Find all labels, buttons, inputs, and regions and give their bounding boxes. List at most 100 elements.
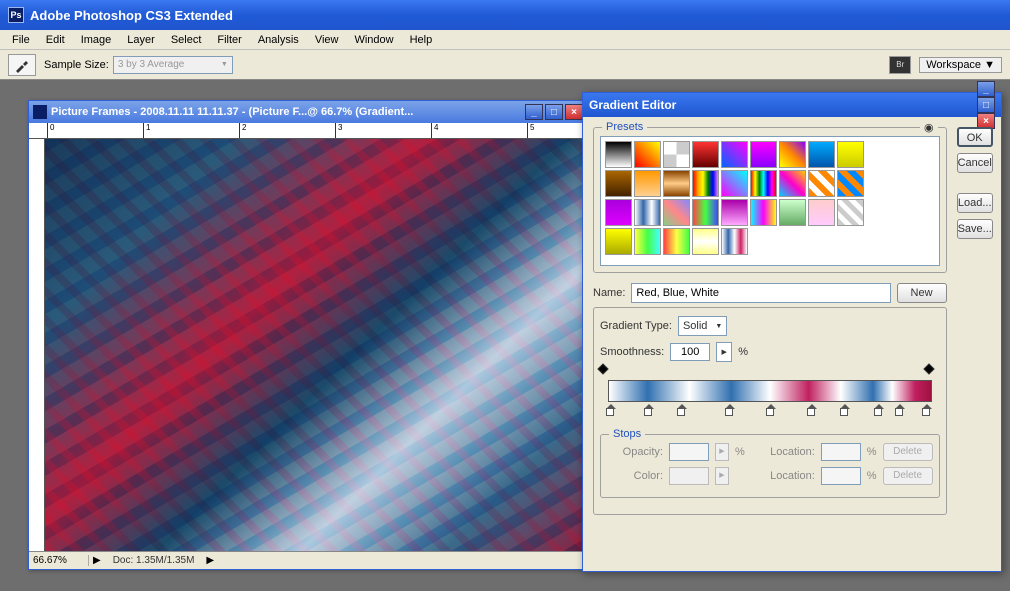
menu-view[interactable]: View <box>307 32 347 48</box>
preset-swatch[interactable] <box>837 199 864 226</box>
preset-swatch[interactable] <box>692 199 719 226</box>
app-icon: Ps <box>8 7 24 23</box>
color-stop[interactable] <box>895 408 905 420</box>
percent-label: % <box>867 446 877 458</box>
percent-label: % <box>738 346 748 358</box>
dialog-title-bar[interactable]: Gradient Editor _ □ × <box>583 93 1001 117</box>
doc-icon <box>33 105 47 119</box>
dialog-minimize-button[interactable]: _ <box>977 81 995 97</box>
color-stop[interactable] <box>840 408 850 420</box>
preset-swatch[interactable] <box>605 199 632 226</box>
close-button[interactable]: × <box>565 104 583 120</box>
color-stop[interactable] <box>807 408 817 420</box>
preset-swatch[interactable] <box>808 170 835 197</box>
location-label: Location: <box>759 446 815 458</box>
bridge-icon[interactable]: Br <box>889 56 911 74</box>
gradient-preview-bar[interactable] <box>608 380 932 402</box>
presets-menu-icon[interactable]: ◉ <box>920 121 938 134</box>
preset-swatch[interactable] <box>663 170 690 197</box>
preset-swatch[interactable] <box>663 141 690 168</box>
preset-swatch[interactable] <box>808 141 835 168</box>
cancel-button[interactable]: Cancel <box>957 153 993 173</box>
preset-swatch[interactable] <box>750 199 777 226</box>
color-stop[interactable] <box>677 408 687 420</box>
preset-swatch[interactable] <box>779 141 806 168</box>
stops-fieldset: Stops Opacity: ▶ % Location: % Delete <box>600 434 940 498</box>
gradient-name-input[interactable] <box>631 283 890 303</box>
preset-swatch[interactable] <box>692 141 719 168</box>
menu-help[interactable]: Help <box>402 32 441 48</box>
menu-filter[interactable]: Filter <box>209 32 249 48</box>
preset-swatch[interactable] <box>721 170 748 197</box>
opacity-input <box>669 443 709 461</box>
app-title: Adobe Photoshop CS3 Extended <box>30 8 233 23</box>
preset-swatch[interactable] <box>837 141 864 168</box>
zoom-level[interactable]: 66.67% <box>29 555 89 566</box>
menu-image[interactable]: Image <box>73 32 120 48</box>
preset-swatch[interactable] <box>779 170 806 197</box>
preset-swatch[interactable] <box>750 141 777 168</box>
preset-swatch[interactable] <box>721 228 748 255</box>
location-label: Location: <box>759 470 815 482</box>
preset-swatch[interactable] <box>808 199 835 226</box>
smoothness-label: Smoothness: <box>600 346 664 358</box>
color-stop[interactable] <box>644 408 654 420</box>
document-canvas[interactable] <box>45 139 587 551</box>
new-button[interactable]: New <box>897 283 947 303</box>
maximize-button[interactable]: □ <box>545 104 563 120</box>
menu-layer[interactable]: Layer <box>119 32 163 48</box>
preset-swatch[interactable] <box>779 199 806 226</box>
preset-swatch[interactable] <box>634 170 661 197</box>
doc-size-info: Doc: 1.35M/1.35M <box>105 555 203 566</box>
preset-swatch[interactable] <box>634 141 661 168</box>
color-stop[interactable] <box>606 408 616 420</box>
preset-swatch[interactable] <box>634 199 661 226</box>
menu-analysis[interactable]: Analysis <box>250 32 307 48</box>
preset-swatch[interactable] <box>663 228 690 255</box>
save-button[interactable]: Save... <box>957 219 993 239</box>
preset-swatch[interactable] <box>605 228 632 255</box>
gradient-editor-dialog: Gradient Editor _ □ × Presets ◉ Name: <box>582 92 1002 572</box>
smoothness-stepper[interactable]: ▶ <box>716 342 732 362</box>
load-button[interactable]: Load... <box>957 193 993 213</box>
preset-swatch[interactable] <box>692 170 719 197</box>
minimize-button[interactable]: _ <box>525 104 543 120</box>
stops-label: Stops <box>609 428 645 440</box>
vertical-ruler <box>29 139 45 551</box>
color-stop[interactable] <box>922 408 932 420</box>
dialog-maximize-button[interactable]: □ <box>977 97 995 113</box>
menu-edit[interactable]: Edit <box>38 32 73 48</box>
menu-window[interactable]: Window <box>346 32 401 48</box>
presets-scroll[interactable] <box>600 136 940 266</box>
document-title: Picture Frames - 2008.11.11 11.11.37 - (… <box>51 106 413 118</box>
preset-swatch[interactable] <box>692 228 719 255</box>
preset-swatch[interactable] <box>750 170 777 197</box>
color-stop[interactable] <box>725 408 735 420</box>
opacity-stop[interactable] <box>599 369 609 379</box>
options-bar: Sample Size: 3 by 3 Average▼ Br Workspac… <box>0 50 1010 80</box>
status-arrow-icon[interactable]: ▶ <box>202 555 218 566</box>
eyedropper-tool-icon[interactable] <box>8 54 36 76</box>
sample-size-select[interactable]: 3 by 3 Average▼ <box>113 56 233 74</box>
color-stop[interactable] <box>766 408 776 420</box>
color-stop[interactable] <box>874 408 884 420</box>
gradient-bar-area <box>600 370 940 420</box>
ok-button[interactable]: OK <box>957 127 993 147</box>
smoothness-input[interactable] <box>670 343 710 361</box>
presets-fieldset: Presets ◉ <box>593 127 947 273</box>
menu-file[interactable]: File <box>4 32 38 48</box>
preset-swatch[interactable] <box>837 170 864 197</box>
opacity-stepper: ▶ <box>715 443 729 461</box>
preset-swatch[interactable] <box>721 199 748 226</box>
workspace-select[interactable]: Workspace ▼ <box>919 57 1002 73</box>
status-arrow-icon[interactable]: ▶ <box>89 555 105 566</box>
menu-select[interactable]: Select <box>163 32 210 48</box>
preset-swatch[interactable] <box>721 141 748 168</box>
preset-swatch[interactable] <box>605 170 632 197</box>
preset-swatch[interactable] <box>605 141 632 168</box>
document-title-bar[interactable]: Picture Frames - 2008.11.11 11.11.37 - (… <box>29 101 587 123</box>
opacity-stop[interactable] <box>925 369 935 379</box>
preset-swatch[interactable] <box>663 199 690 226</box>
preset-swatch[interactable] <box>634 228 661 255</box>
gradient-type-select[interactable]: Solid▼ <box>678 316 727 336</box>
